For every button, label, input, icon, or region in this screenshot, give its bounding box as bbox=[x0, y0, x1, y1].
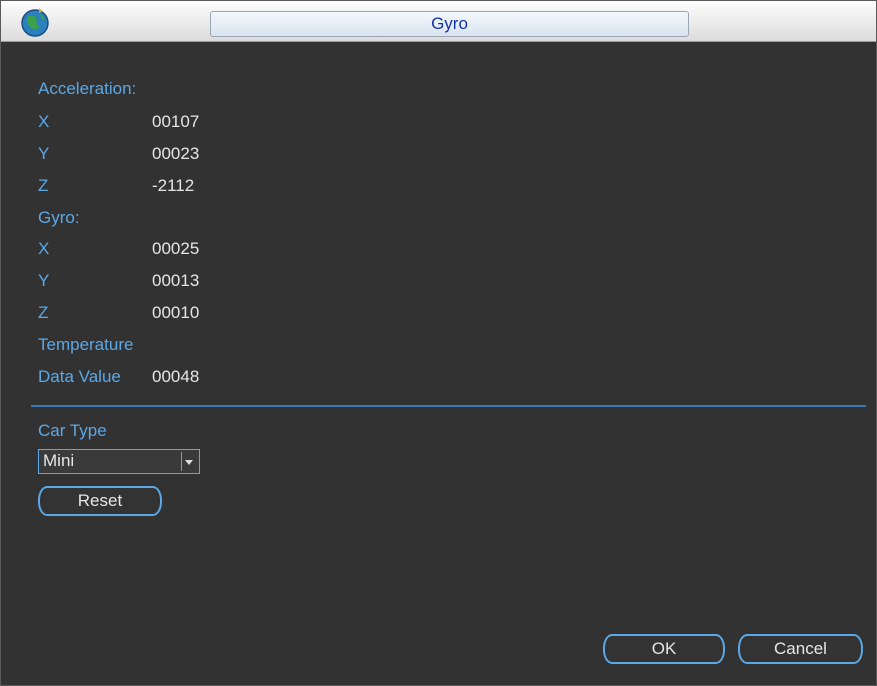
gyro-x-label: X bbox=[38, 239, 50, 258]
car-type-select[interactable]: Mini bbox=[38, 449, 200, 474]
accel-z-value: -2112 bbox=[152, 176, 195, 195]
gyro-y-value: 00013 bbox=[152, 271, 200, 290]
accel-x-label: X bbox=[38, 112, 50, 131]
title-bar: Gyro bbox=[1, 1, 876, 42]
accel-x-value: 00107 bbox=[152, 112, 200, 131]
accel-z-label: Z bbox=[38, 176, 49, 195]
accel-y-label: Y bbox=[38, 144, 50, 163]
gyro-z-label: Z bbox=[38, 303, 49, 322]
car-type-selected: Mini bbox=[43, 451, 75, 470]
globe-icon bbox=[21, 8, 49, 37]
data-value-label: Data Value bbox=[38, 367, 121, 386]
gyro-y-label: Y bbox=[38, 271, 50, 290]
accel-y-value: 00023 bbox=[152, 144, 200, 163]
reset-button[interactable]: Reset bbox=[38, 486, 162, 516]
divider bbox=[31, 405, 866, 407]
ok-button[interactable]: OK bbox=[603, 634, 725, 664]
car-type-label: Car Type bbox=[38, 421, 107, 440]
gyro-window: Gyro Acceleration: X 00107 Y 00023 Z -21… bbox=[0, 0, 877, 686]
data-value: 00048 bbox=[152, 367, 200, 386]
chevron-down-icon[interactable] bbox=[181, 452, 197, 471]
gyro-header: Gyro: bbox=[38, 208, 80, 227]
cancel-button[interactable]: Cancel bbox=[738, 634, 863, 664]
temperature-header: Temperature bbox=[38, 335, 134, 354]
window-title: Gyro bbox=[210, 11, 689, 37]
acceleration-header: Acceleration: bbox=[38, 79, 137, 98]
gyro-z-value: 00010 bbox=[152, 303, 200, 322]
gyro-x-value: 00025 bbox=[152, 239, 200, 258]
